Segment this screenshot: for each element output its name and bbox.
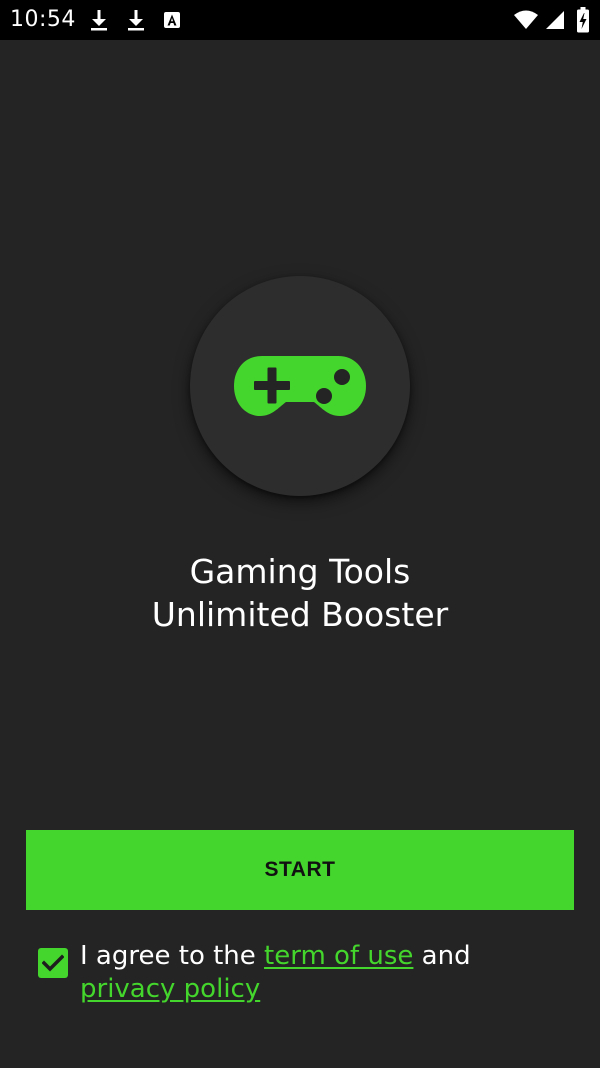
checkmark-icon [42, 954, 64, 972]
privacy-policy-link[interactable]: privacy policy [80, 974, 260, 1004]
battery-charging-icon [577, 7, 589, 33]
status-bar: 10:54 [0, 0, 600, 40]
download-icon [128, 10, 144, 31]
agreement-text: I agree to the term of use and privacy p… [80, 940, 570, 1006]
app-screen: 10:54 Gaming Tools Unlimited Booster STA… [0, 0, 600, 1068]
gamepad-icon [234, 356, 366, 416]
agree-checkbox[interactable] [38, 948, 68, 978]
app-title: Gaming Tools Unlimited Booster [0, 550, 600, 636]
app-logo [190, 276, 410, 496]
app-title-line1: Gaming Tools [189, 552, 411, 591]
agreement-prefix: I agree to the [80, 941, 265, 971]
terms-of-use-link[interactable]: term of use [264, 941, 413, 971]
signal-icon [546, 11, 564, 29]
agreement-middle: and [413, 941, 471, 971]
wifi-icon [514, 10, 538, 29]
status-time: 10:54 [10, 7, 76, 32]
start-button[interactable]: START [26, 830, 574, 910]
app-title-line2: Unlimited Booster [151, 595, 449, 634]
accessibility-a-icon [164, 12, 180, 28]
download-icon [91, 10, 107, 31]
